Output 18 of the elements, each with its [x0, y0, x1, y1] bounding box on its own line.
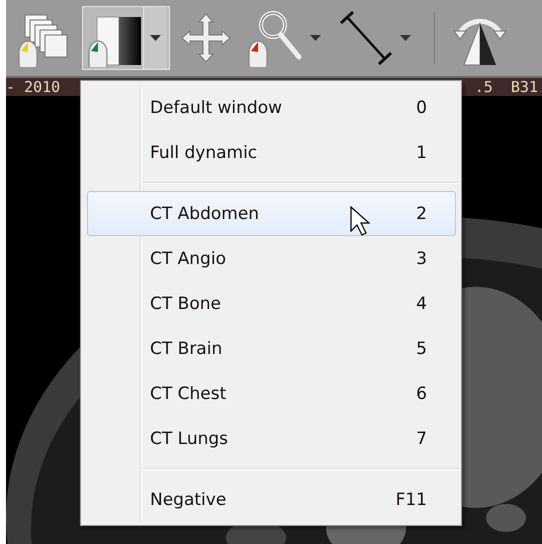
caret-icon[interactable]: [150, 35, 161, 41]
menu-item[interactable]: Full dynamic 1: [87, 130, 456, 175]
menu-item[interactable]: CT Chest 6: [87, 371, 456, 416]
info-text: - 2010: [6, 78, 60, 96]
menu-item[interactable]: Negative F11: [87, 477, 456, 522]
move-arrows-icon: [179, 11, 233, 65]
menu-item[interactable]: CT Lungs 7: [87, 416, 456, 461]
window-tool-button[interactable]: [82, 6, 170, 70]
mouse-pointer-icon: [350, 206, 370, 236]
menu-item[interactable]: CT Abdomen 2: [87, 191, 456, 236]
menu-item[interactable]: Default window 0: [87, 85, 456, 130]
menu-item[interactable]: CT Angio 3: [87, 236, 456, 281]
caret-icon[interactable]: [400, 35, 411, 41]
menu-item[interactable]: CT Bone 4: [87, 281, 456, 326]
ruler-line-icon: [339, 11, 393, 65]
menu-item[interactable]: CT Brain 5: [87, 326, 456, 371]
info-text: .5 B31: [474, 78, 538, 96]
caret-icon[interactable]: [310, 35, 321, 41]
